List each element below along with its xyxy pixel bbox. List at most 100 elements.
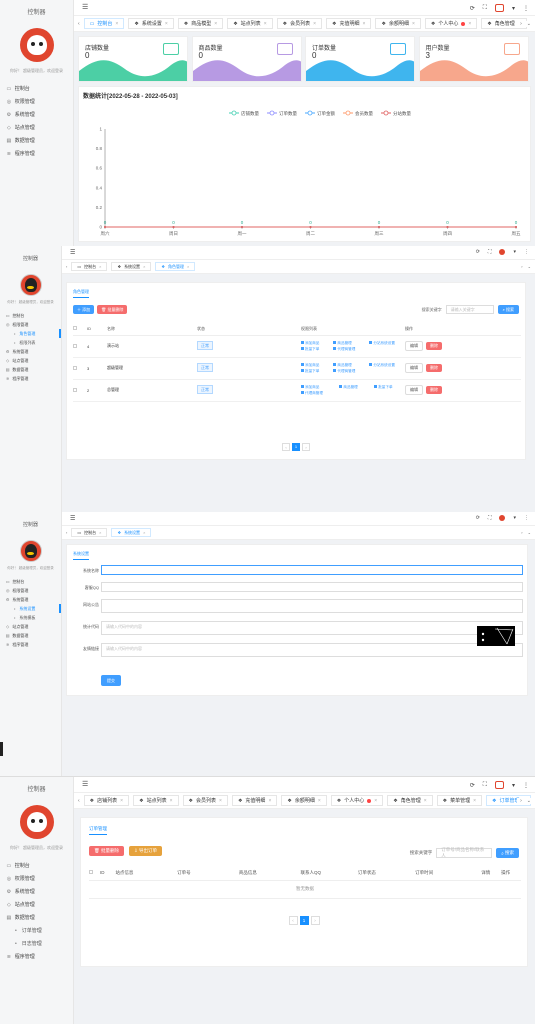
sidebar-item[interactable]: • 系统模板	[0, 613, 61, 622]
close-icon[interactable]: ×	[424, 798, 427, 804]
permission-tag[interactable]: 分站系统设置	[369, 362, 405, 368]
sidebar-item[interactable]: • 权限列表	[0, 338, 61, 347]
permission-tag[interactable]: 代理商管理	[301, 390, 335, 396]
tab-item[interactable]: ❖ 系统设置 ×	[111, 262, 152, 271]
fullscreen-icon[interactable]: ⛶	[488, 515, 492, 521]
menu-toggle-icon[interactable]: ☰	[70, 515, 75, 522]
close-icon[interactable]: ×	[187, 264, 189, 269]
select-all-checkbox[interactable]	[73, 326, 77, 331]
dropdown-icon[interactable]: ▾	[512, 5, 515, 12]
search-input[interactable]: 订单号/商品名称/联系人	[436, 847, 493, 858]
sidebar-item[interactable]: ▭ 控制台	[0, 311, 61, 320]
user-avatar-icon[interactable]	[499, 249, 506, 255]
close-icon[interactable]: ×	[120, 798, 123, 804]
batch-delete-button[interactable]: 🗑 批量删除	[89, 846, 124, 856]
batch-delete-button[interactable]: 🗑 批量删除	[97, 305, 128, 314]
sidebar-item[interactable]: ◎ 权限管理	[0, 872, 73, 885]
tab-item[interactable]: ❖ 个人中心 ×	[424, 18, 478, 29]
page-1-button[interactable]: 1	[299, 916, 309, 925]
refresh-icon[interactable]: ⟳	[476, 249, 480, 255]
tab-item[interactable]: ▭ 控制台 ×	[83, 18, 125, 29]
tab-item[interactable]: ▭ 控制台 ×	[71, 262, 108, 271]
tab-scroll-left-icon[interactable]: ‹	[78, 21, 80, 27]
tab-scroll-left-icon[interactable]: ‹	[66, 530, 67, 535]
edit-button[interactable]: 编辑	[405, 341, 423, 351]
search-input[interactable]: 请输入关键字	[445, 305, 494, 314]
sidebar-item[interactable]: • 订单管理	[0, 924, 73, 937]
close-icon[interactable]: ×	[374, 798, 377, 804]
tab-scroll-left-icon[interactable]: ‹	[66, 264, 67, 269]
tab-item[interactable]: ❖ 余额明细 ×	[281, 795, 327, 806]
more-icon[interactable]: ⋮	[524, 249, 529, 255]
permission-tag[interactable]: 添加商品	[301, 384, 335, 390]
close-icon[interactable]: ×	[99, 264, 101, 269]
tab-item[interactable]: ▭ 控制台 ×	[71, 528, 108, 537]
more-icon[interactable]: ⋮	[523, 5, 529, 12]
dropdown-icon[interactable]: ▾	[513, 515, 516, 521]
row-checkbox[interactable]	[73, 343, 77, 348]
menu-toggle-icon[interactable]: ☰	[82, 3, 88, 11]
form-input[interactable]: 请输入代码中的内容	[101, 643, 523, 657]
qq-avatar[interactable]	[19, 274, 42, 296]
close-icon[interactable]: ×	[318, 798, 321, 804]
tab-scroll-right-icon[interactable]: ›	[521, 264, 522, 269]
sidebar-item[interactable]: ≋ 程序管理	[0, 640, 61, 649]
permission-tag[interactable]: 批量下单	[374, 384, 405, 390]
legend-item[interactable]: 分站数量	[381, 110, 411, 117]
sidebar-item[interactable]: ≋ 程序管理	[0, 950, 73, 963]
user-avatar-icon[interactable]	[494, 4, 504, 12]
avatar[interactable]	[19, 28, 54, 62]
tab-scroll-right-icon[interactable]: ›	[520, 798, 522, 804]
more-icon[interactable]: ⋮	[523, 782, 529, 789]
edit-button[interactable]: 编辑	[405, 363, 423, 373]
search-button[interactable]: ⌕ 搜索	[496, 848, 519, 858]
sidebar-item[interactable]: • 日志管理	[0, 937, 73, 950]
sidebar-item[interactable]: ▤ 数据管理	[0, 911, 73, 924]
sidebar-item[interactable]: ⚙ 系统管理	[0, 347, 61, 356]
sidebar-item[interactable]: ◎ 权限管理	[0, 586, 61, 595]
stat-card[interactable]: 店铺数量 0	[78, 36, 188, 82]
sidebar-item[interactable]: ⚙ 系统管理	[0, 108, 73, 121]
chevron-down-icon[interactable]: ⌄	[527, 21, 531, 27]
edit-button[interactable]: 编辑	[405, 385, 423, 395]
legend-item[interactable]: 会员数量	[343, 110, 373, 117]
legend-item[interactable]: 订单数量	[267, 110, 297, 117]
permission-tag[interactable]: 批量下单	[301, 368, 329, 374]
tab-item[interactable]: ❖ 店铺列表 ×	[83, 795, 130, 806]
close-icon[interactable]: ×	[214, 21, 217, 27]
close-icon[interactable]: ×	[363, 21, 366, 27]
legend-item[interactable]: 订单金额	[305, 110, 335, 117]
fullscreen-icon[interactable]: ⛶	[483, 782, 487, 789]
tab-item[interactable]: ❖ 充值明细 ×	[326, 18, 372, 29]
sidebar-item[interactable]: ◇ 站点管理	[0, 356, 61, 365]
close-icon[interactable]: ×	[412, 21, 415, 27]
tab-item[interactable]: ❖ 系统设置 ×	[111, 528, 152, 537]
close-icon[interactable]: ×	[473, 798, 476, 804]
chevron-down-icon[interactable]: ⌄	[527, 798, 531, 804]
sidebar-item[interactable]: ⚙ 系统管理	[0, 885, 73, 898]
close-icon[interactable]: ×	[99, 530, 101, 535]
close-icon[interactable]: ×	[165, 21, 168, 27]
tab-item[interactable]: ❖角色管理×	[155, 262, 196, 271]
chevron-down-icon[interactable]: ⌄	[528, 530, 531, 535]
sidebar-item[interactable]: ▤ 数据管理	[0, 134, 73, 147]
permission-tag[interactable]: 商品管理	[333, 340, 365, 346]
close-icon[interactable]: ×	[268, 798, 271, 804]
tab-item[interactable]: ❖ 余额明细 ×	[375, 18, 421, 29]
page-1-button[interactable]: 1	[292, 443, 300, 451]
close-icon[interactable]: ×	[468, 21, 471, 27]
menu-toggle-icon[interactable]: ☰	[70, 249, 75, 256]
permission-tag[interactable]: 添加商品	[301, 340, 329, 346]
stat-card[interactable]: 商品数量 0	[191, 36, 302, 82]
row-checkbox[interactable]	[73, 365, 77, 370]
sidebar-item[interactable]: ▤ 数据管理	[0, 631, 61, 640]
tab-scroll-left-icon[interactable]: ‹	[78, 798, 80, 804]
tab-item[interactable]: ❖ 站点列表 ×	[227, 18, 273, 29]
permission-tag[interactable]: 批量下单	[301, 346, 329, 352]
permission-tag[interactable]: 添加商品	[301, 362, 329, 368]
sidebar-item[interactable]: ⚙ 系统管理	[0, 595, 61, 604]
sidebar-item[interactable]: • 系统设置	[0, 604, 61, 613]
dropdown-icon[interactable]: ▾	[513, 249, 516, 255]
delete-button[interactable]: 删除	[426, 364, 442, 372]
avatar[interactable]	[19, 805, 54, 839]
